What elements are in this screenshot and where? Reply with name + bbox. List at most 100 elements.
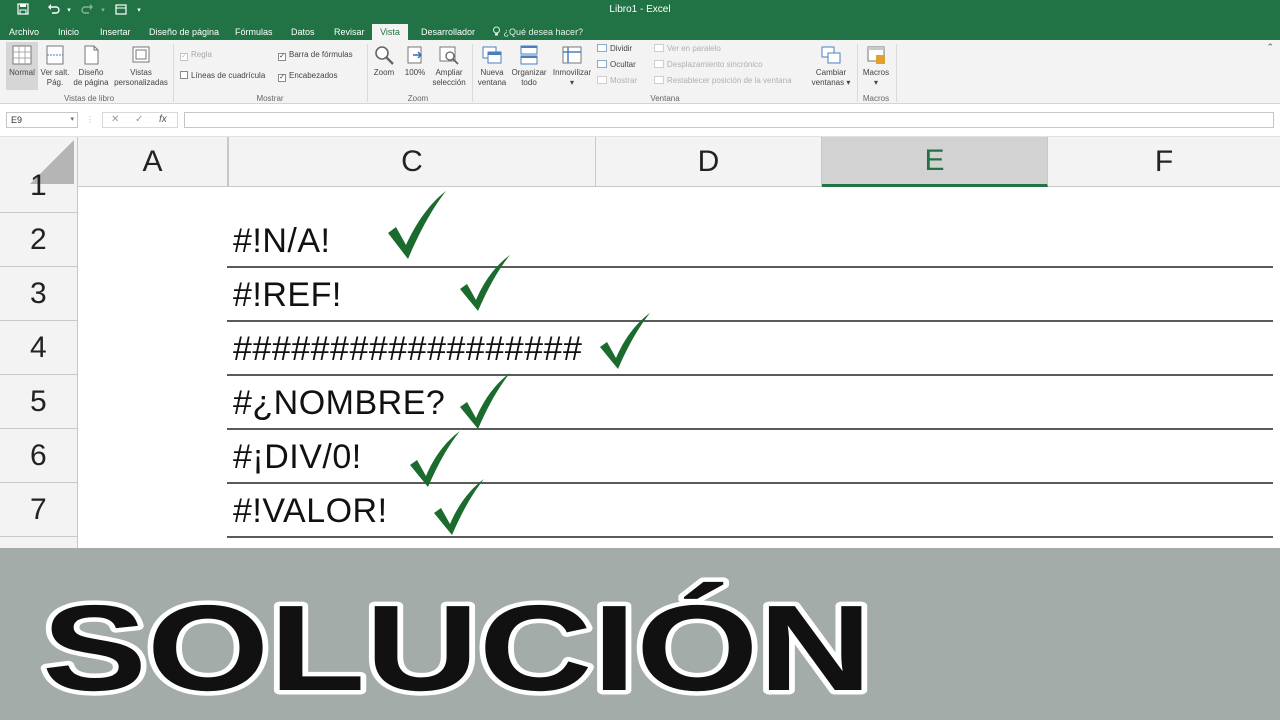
headings-label: Encabezados <box>289 71 338 80</box>
unhide-button[interactable]: Mostrar <box>597 76 637 86</box>
sync-scroll-button[interactable]: Desplazamiento sincrónico <box>654 60 763 70</box>
custom-views-button[interactable]: Vistas personalizadas <box>111 44 171 88</box>
formula-bar-checkbox[interactable]: ✓ Barra de fórmulas <box>278 50 353 61</box>
page-layout-label-1: Diseño <box>78 68 104 77</box>
normal-view-icon <box>12 45 32 65</box>
cell-border <box>227 428 1273 430</box>
cell-c7[interactable]: #!VALOR! <box>233 492 388 531</box>
column-header-e[interactable]: E <box>822 137 1048 187</box>
tab-inicio[interactable]: Inicio <box>55 24 82 40</box>
gridlines-label: Líneas de cuadrícula <box>191 71 266 80</box>
page-break-label-1: Ver salt. <box>40 68 70 77</box>
switch-windows-button[interactable]: Cambiar ventanas ▾ <box>808 44 854 88</box>
row-header-7[interactable]: 7 <box>0 483 78 537</box>
row-header-6[interactable]: 6 <box>0 429 78 483</box>
zoom-100-button[interactable]: 100% <box>400 44 430 78</box>
tab-desarrollador[interactable]: Desarrollador <box>418 24 478 40</box>
zoom-selection-label-1: Ampliar <box>435 68 463 77</box>
cell-border <box>227 266 1273 268</box>
formula-bar-label: Barra de fórmulas <box>289 50 353 59</box>
cell-c4[interactable]: ################## <box>233 330 582 369</box>
row-header-1[interactable]: 1 <box>0 159 78 213</box>
cell-c3[interactable]: #!REF! <box>233 276 342 315</box>
cell-c2[interactable]: #!N/A! <box>233 222 330 261</box>
banner-title: SOLUCIÓN <box>42 580 872 716</box>
window-title: Libro1 - Excel <box>609 4 671 15</box>
enter-icon[interactable]: ✓ <box>135 114 143 126</box>
formula-bar: E9 ▾ ⋮ ✕ ✓ fx <box>0 105 1280 137</box>
zoom-selection-button[interactable]: Ampliar selección <box>431 44 467 88</box>
resize-handle-icon[interactable]: ⋮ <box>86 115 94 124</box>
column-header-d[interactable]: D <box>596 137 822 187</box>
zoom-button[interactable]: Zoom <box>370 44 398 78</box>
name-box[interactable]: E9 ▾ <box>6 112 78 128</box>
formula-input[interactable] <box>184 112 1274 128</box>
gridlines-checkbox[interactable]: Líneas de cuadrícula <box>180 71 265 81</box>
custom-views-icon <box>132 46 150 63</box>
freeze-panes-dropdown-icon: ▾ <box>569 78 574 87</box>
tab-formulas[interactable]: Fórmulas <box>232 24 276 40</box>
collapse-ribbon-icon[interactable]: ⌃ <box>1266 42 1274 53</box>
custom-views-label-2: personalizadas <box>114 78 168 87</box>
page-break-view-button[interactable]: Ver salt. Pág. <box>39 44 71 88</box>
column-header-c[interactable]: C <box>228 137 596 187</box>
row-header-5[interactable]: 5 <box>0 375 78 429</box>
zoom-label: Zoom <box>373 68 395 77</box>
page-layout-label-2: de página <box>73 78 109 87</box>
hide-button[interactable]: Ocultar <box>597 60 636 70</box>
arrange-all-label-1: Organizar <box>511 68 547 77</box>
zoom-100-icon <box>407 46 422 64</box>
tab-insertar[interactable]: Insertar <box>97 24 134 40</box>
page-layout-view-button[interactable]: Diseño de página <box>72 44 110 88</box>
row-header-3[interactable]: 3 <box>0 267 78 321</box>
tab-vista[interactable]: Vista <box>372 24 408 40</box>
reset-position-label: Restablecer posición de la ventana <box>667 76 792 85</box>
tab-revisar[interactable]: Revisar <box>331 24 368 40</box>
solution-banner: SOLUCIÓN <box>0 548 1280 720</box>
name-box-dropdown-icon[interactable]: ▾ <box>70 113 74 127</box>
tab-archivo[interactable]: Archivo <box>6 24 42 40</box>
row-header-4[interactable]: 4 <box>0 321 78 375</box>
tab-diseno-pagina[interactable]: Diseño de página <box>146 24 222 40</box>
switch-windows-dropdown-icon: ▾ <box>844 78 851 87</box>
check-icon <box>434 479 484 535</box>
normal-view-label: Normal <box>9 68 35 77</box>
column-header-f[interactable]: F <box>1048 137 1280 187</box>
custom-views-label-1: Vistas <box>130 68 152 77</box>
freeze-panes-button[interactable]: Inmovilizar ▾ <box>550 44 594 88</box>
ribbon-separator <box>896 44 897 102</box>
reset-position-button[interactable]: Restablecer posición de la ventana <box>654 76 792 86</box>
page-break-icon <box>46 45 64 65</box>
cell-border <box>227 482 1273 484</box>
switch-windows-label-1: Cambiar <box>815 68 847 77</box>
check-icon <box>460 255 510 311</box>
tab-datos[interactable]: Datos <box>288 24 318 40</box>
column-header-a[interactable]: A <box>78 137 228 187</box>
ruler-checkbox[interactable]: ✓ Regla <box>180 50 212 61</box>
cancel-icon[interactable]: ✕ <box>111 114 119 126</box>
headings-checkbox[interactable]: ✓ Encabezados <box>278 71 337 82</box>
side-by-side-button[interactable]: Ver en paralelo <box>654 44 721 54</box>
side-by-side-label: Ver en paralelo <box>667 44 721 53</box>
macros-button[interactable]: Macros ▾ <box>860 44 892 88</box>
cell-border <box>227 374 1273 376</box>
cell-c6[interactable]: #¡DIV/0! <box>233 438 362 477</box>
cell-c5[interactable]: #¿NOMBRE? <box>233 384 445 423</box>
ribbon: Normal Ver salt. Pág. Diseño de página V… <box>0 40 1280 104</box>
hide-label: Ocultar <box>610 60 636 69</box>
switch-windows-icon <box>821 46 841 64</box>
new-window-button[interactable]: Nueva ventana <box>476 44 508 88</box>
arrange-all-icon <box>520 45 538 65</box>
cell-area[interactable]: #!N/A! #!REF! ################## #¿NOMBR… <box>78 187 1280 548</box>
arrange-all-button[interactable]: Organizar todo <box>509 44 549 88</box>
normal-view-button[interactable]: Normal <box>6 42 38 90</box>
lightbulb-icon <box>492 26 504 37</box>
row-header-2[interactable]: 2 <box>0 213 78 267</box>
sync-scroll-label: Desplazamiento sincrónico <box>667 60 763 69</box>
group-mostrar-label: Mostrar <box>256 94 284 103</box>
page-layout-icon <box>84 45 99 65</box>
split-button[interactable]: Dividir <box>597 44 632 54</box>
tell-me-box[interactable]: ¿Qué desea hacer? <box>492 24 583 40</box>
row-headers: 1 2 3 4 5 6 7 <box>0 169 78 548</box>
insert-function-icon[interactable]: fx <box>159 114 167 126</box>
